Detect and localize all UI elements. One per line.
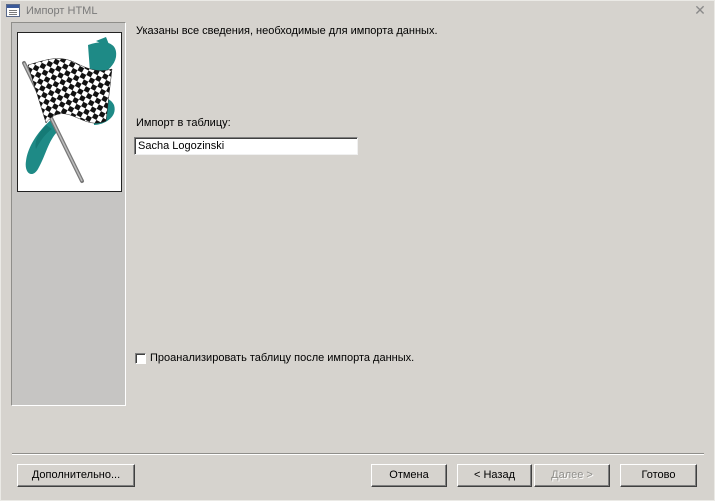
table-name-input[interactable]: [134, 137, 358, 155]
advanced-button[interactable]: Дополнительно...: [17, 464, 135, 487]
import-to-table-label: Импорт в таблицу:: [136, 117, 231, 129]
back-button[interactable]: < Назад: [457, 464, 532, 487]
title-bar[interactable]: Импорт HTML ✕: [1, 1, 714, 21]
wizard-heading: Указаны все сведения, необходимые для им…: [136, 25, 438, 37]
analyze-table-label[interactable]: Проанализировать таблицу после импорта д…: [150, 352, 414, 364]
button-separator: [12, 453, 704, 455]
next-button[interactable]: Далее >: [534, 464, 610, 487]
window-title: Импорт HTML: [26, 5, 98, 17]
finish-button[interactable]: Готово: [620, 464, 697, 487]
analyze-table-checkbox[interactable]: [135, 352, 146, 364]
cancel-button[interactable]: Отмена: [371, 464, 447, 487]
checkered-flag-icon: [17, 32, 122, 192]
close-icon[interactable]: ✕: [692, 2, 708, 18]
import-html-dialog: Импорт HTML ✕ Указаны все сведения, необ…: [0, 0, 715, 501]
access-form-icon: [6, 4, 20, 17]
analyze-table-option[interactable]: Проанализировать таблицу после импорта д…: [135, 351, 414, 365]
